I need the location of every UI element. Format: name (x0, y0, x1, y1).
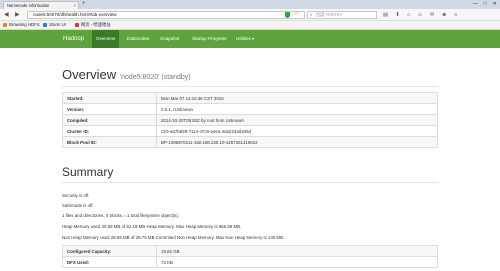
back-icon[interactable]: ◀ (4, 11, 9, 19)
table-row: Cluster ID: CID-a67b829-7114-47c9-a4ea-4d… (62, 125, 438, 137)
tab-title: Namenode information (7, 3, 50, 8)
table-row: DFS Used: 72 KB (62, 256, 438, 268)
summary-line: Safemode is off. (62, 203, 94, 208)
tab-overview[interactable]: Overview (92, 30, 120, 48)
window-close-icon[interactable]: ✕ (493, 0, 497, 9)
menu-icon[interactable]: ≡ (454, 11, 457, 19)
globe-icon (43, 22, 47, 27)
bookmark-item[interactable]: Browsing HDFS (3, 21, 40, 29)
bookmark-star-icon[interactable]: ☆ (294, 10, 299, 18)
globe-icon (75, 22, 79, 27)
shield-icon[interactable] (285, 12, 290, 18)
home-icon[interactable]: ⌂ (407, 11, 410, 19)
reader-icon[interactable]: ▤ (383, 11, 388, 19)
hadoop-navbar: Hadoop Overview Datanodes Snapshot Start… (0, 30, 500, 48)
bookmark-item[interactable]: 网页 - 哈迷地址 (75, 21, 111, 29)
addon-icon[interactable]: ✉ (430, 11, 435, 19)
toolbar-icons: ▤ ⬇ ⌂ ☺ ✉ ☻ ≡ (383, 11, 457, 19)
search-input[interactable]: ⌕ 百度 <Ctrl+K> (307, 11, 377, 19)
page-title: Overview 'node5:8020' (standby) (62, 67, 191, 82)
globe-icon (3, 22, 7, 27)
browser-tab-strip: Namenode information × + — □ ✕ (0, 0, 500, 9)
summary-table: Configured Capacity: 19.82 GB DFS Used: 72… (62, 245, 438, 268)
overview-subtitle: 'node5:8020' (standby) (119, 74, 191, 81)
chevron-down-icon: ▾ (252, 37, 254, 41)
table-row: Compiled: 2014-10-20T05:53Z by root from … (62, 114, 438, 126)
bookmark-item[interactable]: Storm UI (43, 21, 66, 29)
address-url: node5:50070/dfshealth.html#tab-overview (33, 12, 117, 17)
tab-utilities[interactable]: Utilities ▾ (236, 30, 254, 48)
bookmarks-bar: Browsing HDFS Storm UI 网页 - 哈迷地址 (0, 21, 500, 30)
overview-table: Started: Mon Mar 07 14:16:36 CST 2016 Ver… (62, 92, 438, 148)
address-bar[interactable]: node5:50070/dfshealth.html#tab-overview (27, 11, 305, 19)
table-row: Started: Mon Mar 07 14:16:36 CST 2016 (62, 92, 438, 104)
minimize-icon[interactable]: — (473, 0, 478, 9)
table-row: Configured Capacity: 19.82 GB (62, 245, 438, 257)
close-icon[interactable]: × (73, 2, 76, 9)
search-icon: ⌕ (310, 12, 313, 17)
tab-snapshot[interactable]: Snapshot (160, 30, 179, 48)
new-tab-button[interactable]: + (82, 1, 86, 8)
user-icon[interactable]: ☻ (441, 11, 447, 19)
summary-line: Heap Memory used 30.59 MB of 52.18 MB He… (62, 224, 242, 229)
search-placeholder: 百度 <Ctrl+K> (316, 12, 343, 17)
browser-toolbar: ◀ ▶ node5:50070/dfshealth.html#tab-overv… (0, 9, 500, 21)
forward-icon[interactable]: ▶ (15, 11, 20, 19)
summary-title: Summary (62, 165, 114, 179)
summary-line: Security is off. (62, 193, 90, 198)
browser-tab[interactable]: Namenode information × (3, 1, 79, 9)
download-icon[interactable]: ⬇ (395, 11, 400, 19)
summary-line: 1 files and directories, 0 blocks = 1 to… (62, 213, 180, 218)
tab-datanodes[interactable]: Datanodes (127, 30, 149, 48)
tab-startup-progress[interactable]: Startup Progress (192, 30, 226, 48)
table-row: Version: 2.5.1, rUnknown (62, 103, 438, 115)
chat-icon[interactable]: ☺ (417, 11, 423, 19)
overview-title: Overview (62, 67, 117, 82)
maximize-icon[interactable]: □ (484, 0, 487, 9)
window-controls: — □ ✕ (473, 0, 497, 9)
brand-logo[interactable]: Hadoop (63, 30, 84, 48)
divider (62, 182, 438, 183)
table-row: Block Pool ID: BP-1095870311-192.168.230.… (62, 136, 438, 148)
summary-line: Non Heap Memory used 28.55 MB of 29.75 M… (62, 235, 285, 240)
divider (62, 86, 438, 87)
